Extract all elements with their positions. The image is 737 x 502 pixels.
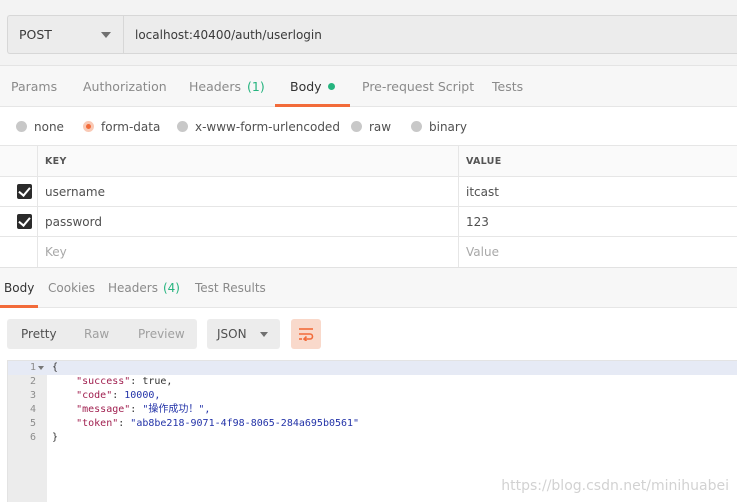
column-header-key: KEY [38,146,459,176]
code-line: 6 } [29,432,59,443]
method-select[interactable]: POST [7,15,123,54]
chevron-down-icon [101,32,111,38]
raw-button[interactable]: Raw [84,319,109,349]
radio-icon [16,121,27,132]
radio-icon [411,121,422,132]
response-tabs: Body Cookies Headers (4) Test Results [0,268,737,308]
preview-button[interactable]: Preview [138,319,185,349]
tab-authorization[interactable]: Authorization [83,66,167,107]
radio-form-data[interactable]: form-data [83,107,160,146]
response-tab-body[interactable]: Body [0,268,39,308]
row-check-cell [0,207,38,236]
checkbox-checked-icon[interactable] [17,214,32,229]
fold-arrow-icon[interactable] [38,366,44,370]
value-cell[interactable]: 123 [459,207,737,236]
radio-icon [177,121,188,132]
header-check-cell [0,146,38,176]
code-line: 1 { [8,361,737,375]
wrap-lines-button[interactable] [291,319,321,349]
radio-raw[interactable]: raw [351,107,391,146]
response-headers-count: (4) [162,281,180,295]
table-row: username itcast [0,177,737,207]
code-line: 5 "token": "ab8be218-9071-4f98-8065-284a… [29,418,360,429]
radio-checked-icon [83,121,94,132]
request-tabs: Params Authorization Headers (1) Body Pre… [0,66,737,107]
body-type-options: none form-data x-www-form-urlencoded raw… [0,107,737,146]
table-header-row: KEY VALUE [0,146,737,177]
column-header-value: VALUE [466,155,502,167]
watermark-text: https://blog.csdn.net/minihuabei [501,478,729,494]
view-mode-group: Pretty Raw Preview [7,319,197,349]
url-input[interactable]: localhost:40400/auth/userlogin [123,15,737,54]
tab-params[interactable]: Params [11,66,57,107]
value-cell[interactable]: itcast [459,177,737,206]
tab-pre-request-script[interactable]: Pre-request Script [362,66,474,107]
table-row-new: Key Value [0,237,737,267]
table-row: password 123 [0,207,737,237]
radio-urlencoded[interactable]: x-www-form-urlencoded [177,107,340,146]
form-data-table: KEY VALUE username itcast password 123 K… [0,146,737,268]
radio-none[interactable]: none [16,107,64,146]
response-toolbar: Pretty Raw Preview JSON [0,308,737,360]
row-check-cell [0,237,38,267]
tab-body[interactable]: Body [275,66,349,107]
url-text: localhost:40400/auth/userlogin [135,27,322,42]
code-line: 4 "message": "操作成功！", [29,404,211,415]
wrap-lines-icon [299,328,314,341]
radio-icon [351,121,362,132]
format-select[interactable]: JSON [207,319,280,349]
response-tab-headers[interactable]: Headers (4) [108,268,180,308]
status-dot-icon [327,83,335,90]
checkbox-checked-icon[interactable] [17,184,32,199]
tab-tests[interactable]: Tests [492,66,523,107]
new-value-input[interactable]: Value [459,237,737,267]
row-check-cell [0,177,38,206]
method-label: POST [19,27,52,42]
response-tab-test-results[interactable]: Test Results [195,268,266,308]
radio-binary[interactable]: binary [411,107,467,146]
pretty-button[interactable]: Pretty [21,319,57,349]
format-label: JSON [217,327,247,341]
response-tab-cookies[interactable]: Cookies [48,268,95,308]
headers-count: (1) [247,79,265,94]
key-cell[interactable]: username [38,177,459,206]
code-line: 2 "success": true, [29,376,173,387]
request-bar: POST localhost:40400/auth/userlogin [0,0,737,66]
key-cell[interactable]: password [38,207,459,236]
chevron-down-icon [260,332,268,337]
tab-headers[interactable]: Headers (1) [189,66,265,107]
code-line: 3 "code": 10000, [29,390,161,401]
new-key-input[interactable]: Key [38,237,459,267]
